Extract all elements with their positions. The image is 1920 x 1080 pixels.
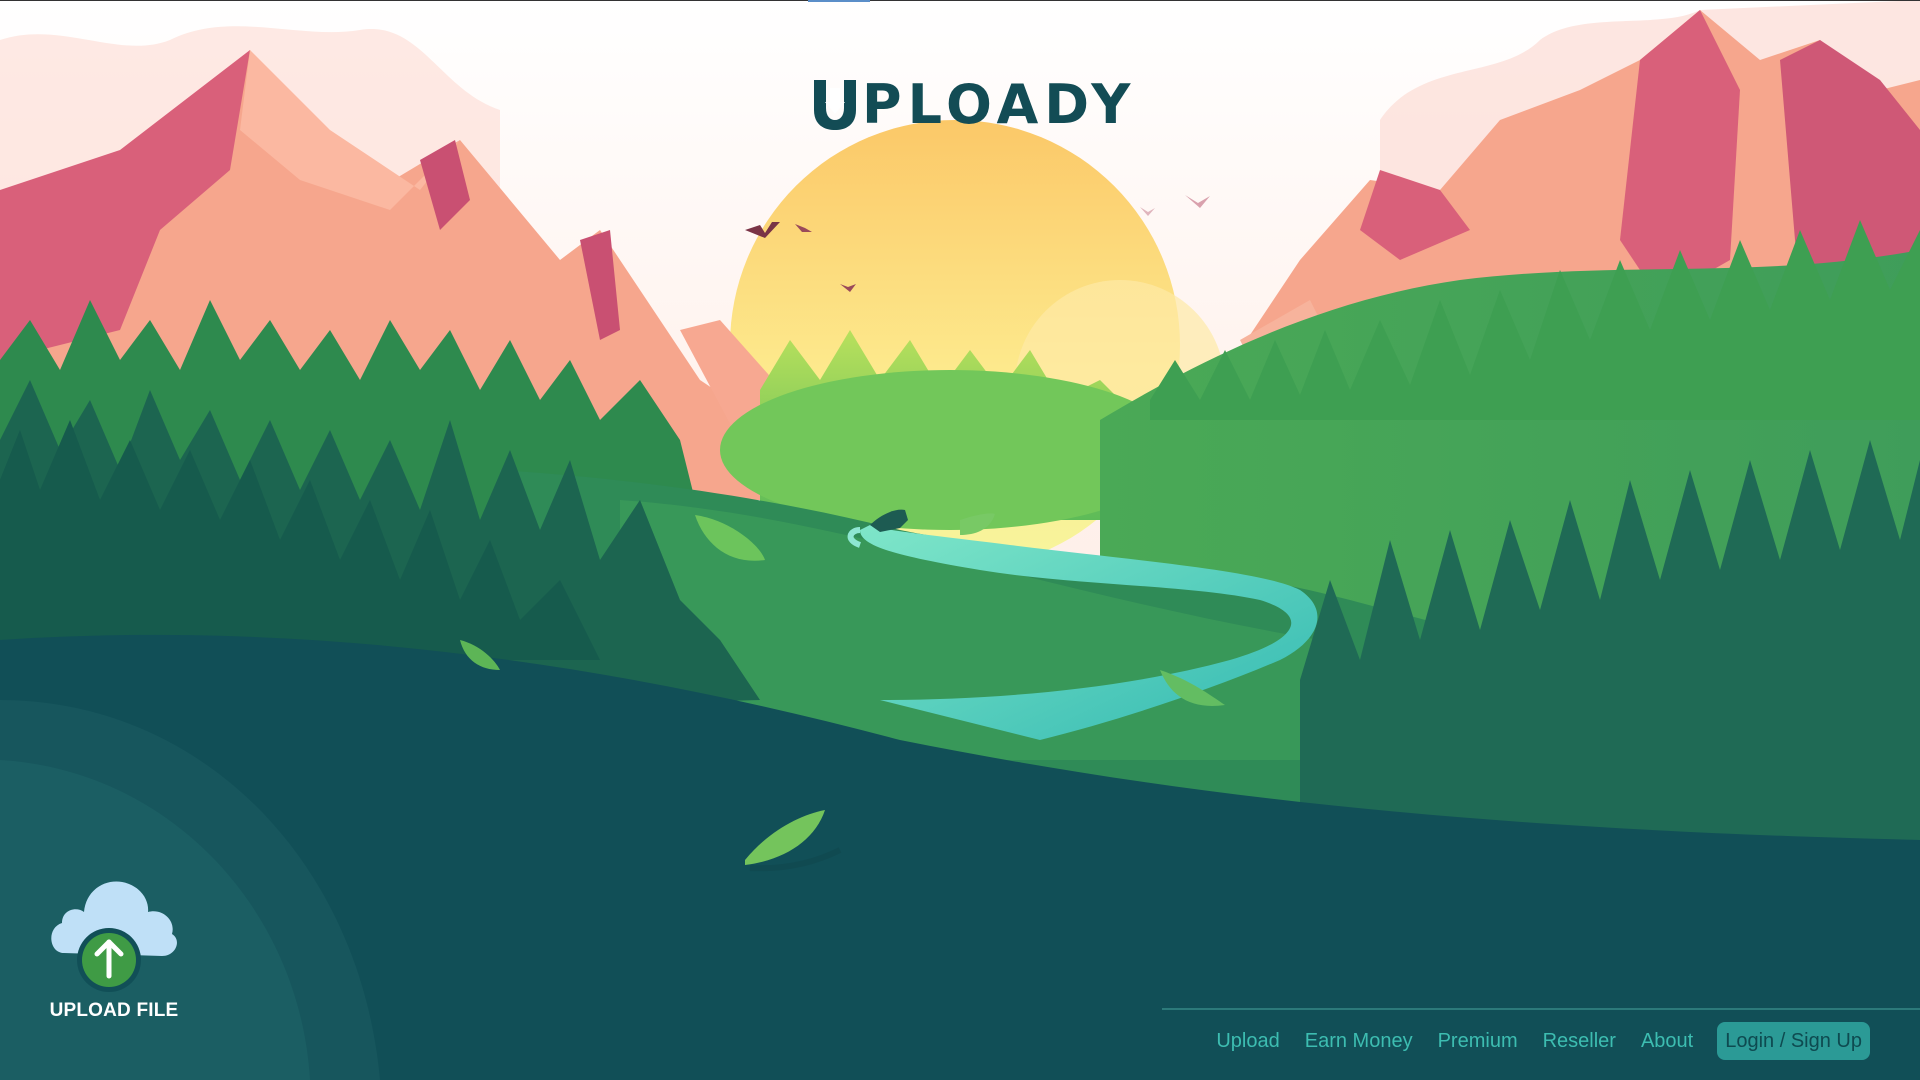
upload-file-label: UPLOAD FILE <box>49 1000 179 1021</box>
nav-link-earn-money[interactable]: Earn Money <box>1305 1022 1413 1060</box>
site-logo[interactable]: PLOADY <box>812 78 1136 132</box>
top-border <box>0 0 1920 1</box>
nav-link-premium[interactable]: Premium <box>1438 1022 1518 1060</box>
footer-nav: Upload Earn Money Premium Reseller About… <box>1191 1022 1870 1060</box>
page: PLOADY UPLOAD FILE Upload Earn Money Pre… <box>0 0 1920 1080</box>
nav-link-upload[interactable]: Upload <box>1216 1022 1279 1060</box>
nav-link-reseller[interactable]: Reseller <box>1543 1022 1616 1060</box>
cloud-upload-icon <box>51 881 177 992</box>
logo-u-download-icon <box>814 80 856 130</box>
footer-divider <box>1162 1008 1920 1010</box>
nav-link-about[interactable]: About <box>1641 1022 1693 1060</box>
upload-file-button[interactable]: UPLOAD FILE <box>44 868 184 1022</box>
logo-text: PLOADY <box>862 73 1137 136</box>
landscape-background <box>0 0 1920 1080</box>
top-accent-bar <box>808 0 870 2</box>
login-signup-button[interactable]: Login / Sign Up <box>1717 1022 1870 1060</box>
